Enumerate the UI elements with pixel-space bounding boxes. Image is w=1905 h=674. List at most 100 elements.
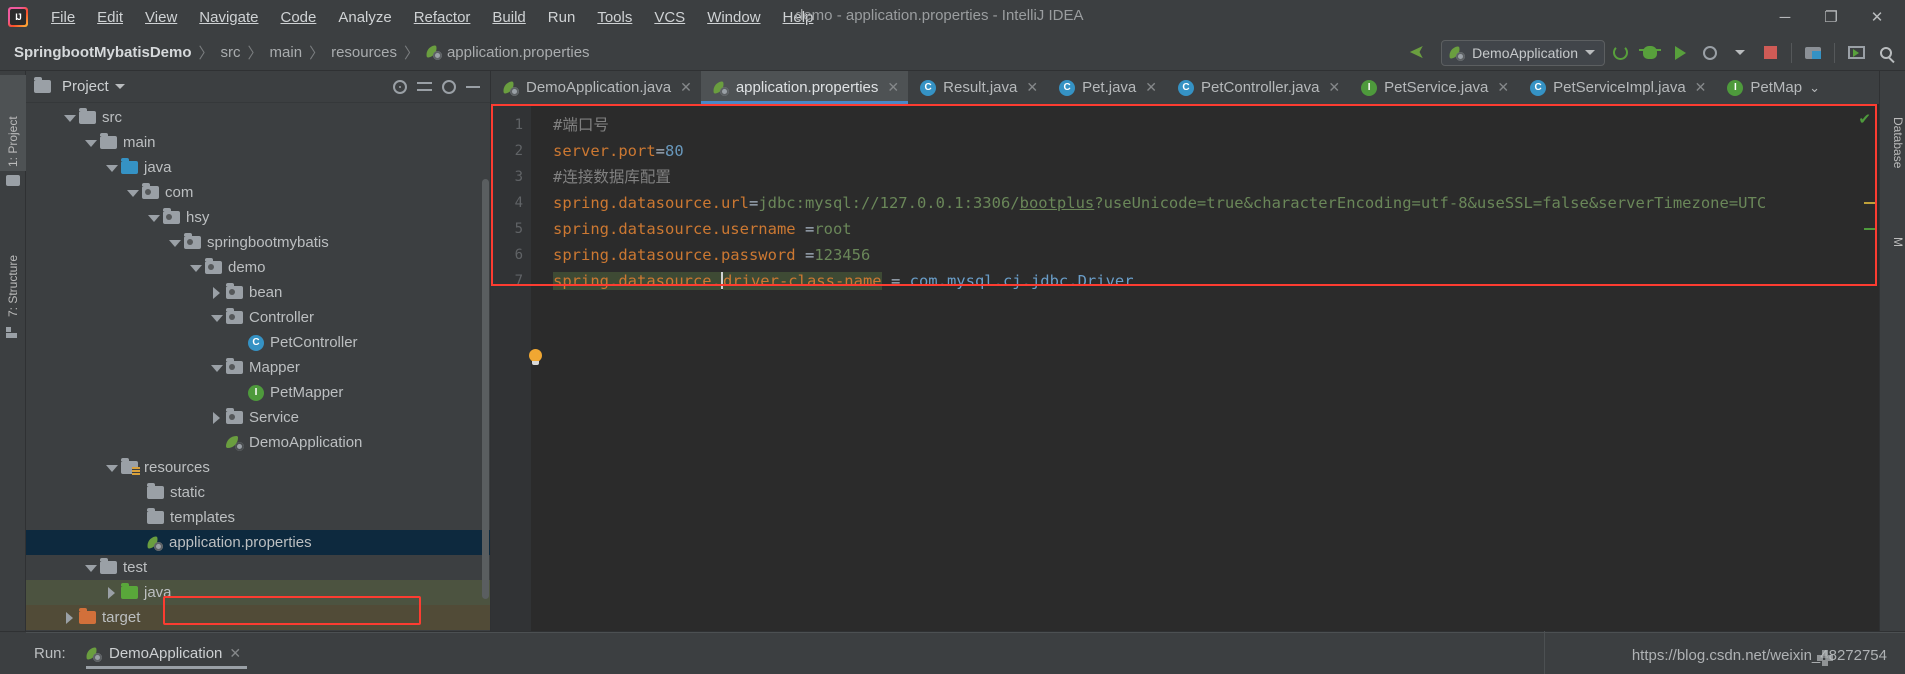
menu-item-navigate[interactable]: Navigate [188, 6, 269, 29]
chevron-down-icon[interactable] [114, 84, 125, 89]
sidebar-item-project[interactable]: 1: Project [0, 75, 26, 171]
tree-item-springbootmybatis[interactable]: springbootmybatis [26, 230, 490, 255]
settings-gear-icon[interactable] [442, 79, 456, 94]
tree-item-static[interactable]: static [26, 480, 490, 505]
breadcrumb-item-main[interactable]: main [270, 44, 303, 61]
close-icon[interactable]: ✕ [1497, 79, 1509, 96]
close-icon[interactable]: ✕ [229, 645, 241, 662]
tree-item-test-java[interactable]: java [26, 580, 490, 605]
sidebar-item-database[interactable]: Database [1879, 111, 1905, 211]
tree-item-src[interactable]: src [26, 105, 490, 130]
chevron-down-icon[interactable] [210, 311, 223, 324]
chevron-down-icon[interactable] [189, 261, 202, 274]
breadcrumb[interactable]: SpringbootMybatisDemo 〉 src 〉 main 〉 res… [0, 42, 590, 63]
chevron-down-icon[interactable] [147, 211, 160, 224]
tree-item-demoapplication[interactable]: DemoApplication [26, 430, 490, 455]
menu-item-build[interactable]: Build [481, 6, 536, 29]
tree-item-demo[interactable]: demo [26, 255, 490, 280]
tab-demoapplication-java[interactable]: DemoApplication.java ✕ [491, 71, 701, 104]
menu-item-run[interactable]: Run [537, 6, 587, 29]
run-tool-window-tab[interactable]: DemoApplication ✕ [80, 640, 248, 669]
chevron-down-icon[interactable] [84, 561, 97, 574]
tree-item-mapper[interactable]: Mapper [26, 355, 490, 380]
code-content[interactable]: #端口号 server.port=80 #连接数据库配置 spring.data… [553, 112, 1859, 631]
minimize-button[interactable]: ─ [1763, 2, 1807, 32]
close-icon[interactable]: ✕ [680, 79, 692, 96]
menu-item-view[interactable]: View [134, 6, 188, 29]
hide-panel-icon[interactable] [466, 85, 480, 88]
menu-item-edit[interactable]: Edit [86, 6, 134, 29]
chevron-down-icon[interactable] [105, 461, 118, 474]
project-tree[interactable]: src main java com hsy springbootmybatis … [26, 103, 490, 630]
database-link[interactable]: bootplus [1020, 194, 1095, 212]
chevron-right-icon[interactable] [210, 286, 223, 299]
code-editor[interactable]: 1 2 3 4 5 6 7 #端口号 server.port=80 #连接数据库… [491, 104, 1879, 631]
tree-item-resources[interactable]: resources [26, 455, 490, 480]
chevron-down-icon[interactable] [105, 161, 118, 174]
sidebar-item-structure[interactable]: 7: Structure [0, 203, 26, 321]
chevron-right-icon[interactable] [63, 611, 76, 624]
tree-item-java[interactable]: java [26, 155, 490, 180]
chevron-down-icon[interactable] [126, 186, 139, 199]
menu-item-code[interactable]: Code [269, 6, 327, 29]
menu-item-analyze[interactable]: Analyze [327, 6, 402, 29]
profiler-button[interactable] [1695, 38, 1725, 68]
tab-petcontroller-java[interactable]: C PetController.java ✕ [1166, 71, 1349, 104]
stop-button[interactable] [1755, 38, 1785, 68]
tree-item-hsy[interactable]: hsy [26, 205, 490, 230]
close-icon[interactable]: ✕ [887, 79, 899, 96]
run-anything-button[interactable] [1841, 38, 1871, 68]
tree-item-templates[interactable]: templates [26, 505, 490, 530]
chevron-down-icon[interactable]: ⌄ [1809, 80, 1820, 96]
breadcrumb-item-file[interactable]: application.properties [426, 44, 590, 61]
tab-petmap[interactable]: I PetMap ⌄ [1715, 71, 1829, 104]
run-configuration-selector[interactable]: DemoApplication [1441, 39, 1605, 66]
rerun-button[interactable] [1605, 38, 1635, 68]
project-tree-scrollbar[interactable] [482, 179, 489, 599]
tab-application-properties[interactable]: application.properties ✕ [700, 71, 909, 104]
tree-item-controller[interactable]: Controller [26, 305, 490, 330]
tab-pet-java[interactable]: C Pet.java ✕ [1047, 71, 1166, 104]
tree-item-test[interactable]: test [26, 555, 490, 580]
tree-item-service[interactable]: Service [26, 405, 490, 430]
menu-item-file[interactable]: File [40, 6, 86, 29]
tab-petservice-java[interactable]: I PetService.java ✕ [1349, 71, 1518, 104]
main-menu[interactable]: File Edit View Navigate Code Analyze Ref… [40, 6, 824, 29]
chevron-down-icon[interactable] [210, 361, 223, 374]
tree-item-target[interactable]: target [26, 605, 490, 630]
sidebar-item-maven[interactable]: M [1879, 231, 1905, 261]
profiler-dropdown[interactable] [1725, 38, 1755, 68]
breadcrumb-item-resources[interactable]: resources [331, 44, 397, 61]
tree-item-main[interactable]: main [26, 130, 490, 155]
search-everywhere-button[interactable] [1871, 38, 1901, 68]
chevron-down-icon[interactable] [84, 136, 97, 149]
error-stripe-warning-mark[interactable] [1864, 202, 1875, 204]
build-hammer-button[interactable]: ➤ [1402, 38, 1432, 68]
chevron-down-icon[interactable] [168, 236, 181, 249]
maximize-button[interactable]: ❐ [1809, 2, 1853, 32]
error-stripe-ok-mark[interactable] [1864, 228, 1875, 230]
chevron-down-icon[interactable] [63, 111, 76, 124]
project-structure-button[interactable] [1798, 38, 1828, 68]
inspection-ok-icon[interactable]: ✔ [1858, 110, 1871, 128]
chevron-right-icon[interactable] [210, 411, 223, 424]
intention-bulb-icon[interactable] [528, 349, 544, 369]
tree-item-com[interactable]: com [26, 180, 490, 205]
close-icon[interactable]: ✕ [1145, 79, 1157, 96]
tab-result-java[interactable]: C Result.java ✕ [908, 71, 1047, 104]
menu-item-vcs[interactable]: VCS [643, 6, 696, 29]
close-button[interactable]: ✕ [1855, 2, 1899, 32]
locate-file-icon[interactable] [393, 79, 407, 94]
menu-item-tools[interactable]: Tools [586, 6, 643, 29]
close-icon[interactable]: ✕ [1328, 79, 1340, 96]
menu-item-refactor[interactable]: Refactor [403, 6, 482, 29]
collapse-all-icon[interactable] [417, 81, 432, 93]
debug-button[interactable] [1635, 38, 1665, 68]
tree-item-application-properties[interactable]: application.properties [26, 530, 490, 555]
breadcrumb-item-src[interactable]: src [221, 44, 241, 61]
run-with-coverage-button[interactable] [1665, 38, 1695, 68]
tab-petserviceimpl-java[interactable]: C PetServiceImpl.java ✕ [1518, 71, 1715, 104]
chevron-right-icon[interactable] [105, 586, 118, 599]
breadcrumb-item-project[interactable]: SpringbootMybatisDemo [14, 44, 192, 61]
tree-item-petmapper[interactable]: I PetMapper [26, 380, 490, 405]
